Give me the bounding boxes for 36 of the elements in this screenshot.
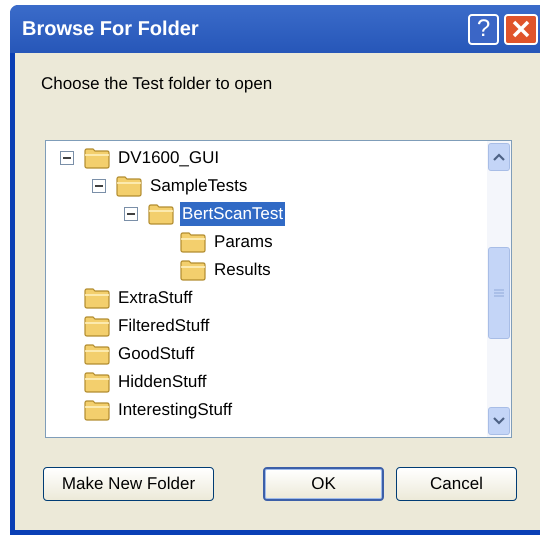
folder-icon bbox=[148, 202, 174, 224]
tree-item[interactable]: FilteredStuff bbox=[116, 314, 212, 338]
scroll-up-button[interactable] bbox=[488, 142, 510, 170]
folder-icon bbox=[84, 314, 110, 336]
prompt-text: Choose the Test folder to open bbox=[41, 73, 274, 95]
folder-icon bbox=[116, 174, 142, 196]
close-icon bbox=[512, 20, 530, 38]
scroll-down-button[interactable] bbox=[488, 406, 510, 434]
tree-item[interactable]: HiddenStuff bbox=[116, 370, 209, 394]
grip-icon bbox=[494, 288, 504, 296]
collapse-toggle[interactable] bbox=[92, 178, 106, 192]
folder-icon bbox=[180, 258, 206, 280]
dialog-button[interactable]: OK bbox=[263, 466, 384, 500]
folder-icon bbox=[180, 230, 206, 252]
folder-icon bbox=[84, 370, 110, 392]
close-button[interactable] bbox=[504, 14, 538, 44]
collapse-toggle[interactable] bbox=[124, 206, 138, 220]
scroll-thumb[interactable] bbox=[488, 246, 510, 338]
window-title: Browse For Folder bbox=[22, 17, 200, 42]
folder-icon bbox=[84, 342, 110, 364]
help-button[interactable]: ? bbox=[468, 14, 499, 44]
tree-item[interactable]: GoodStuff bbox=[116, 342, 196, 366]
folder-icon bbox=[84, 146, 110, 168]
folder-icon bbox=[84, 398, 110, 420]
scrollbar[interactable] bbox=[487, 140, 511, 436]
tree-item[interactable]: InterestingStuff bbox=[116, 398, 234, 422]
collapse-toggle[interactable] bbox=[60, 150, 74, 164]
folder-icon bbox=[84, 286, 110, 308]
tree-item[interactable]: DV1600_GUI bbox=[116, 146, 222, 170]
tree-item[interactable]: Results bbox=[212, 258, 273, 282]
tree-item[interactable]: ExtraStuff bbox=[116, 286, 194, 310]
tree-item[interactable]: Params bbox=[212, 230, 275, 254]
dialog-button[interactable]: Make New Folder bbox=[43, 466, 214, 500]
tree-item[interactable]: SampleTests bbox=[148, 174, 250, 198]
tree-item[interactable]: BertScanTest bbox=[180, 202, 286, 226]
dialog-button[interactable]: Cancel bbox=[396, 466, 517, 500]
